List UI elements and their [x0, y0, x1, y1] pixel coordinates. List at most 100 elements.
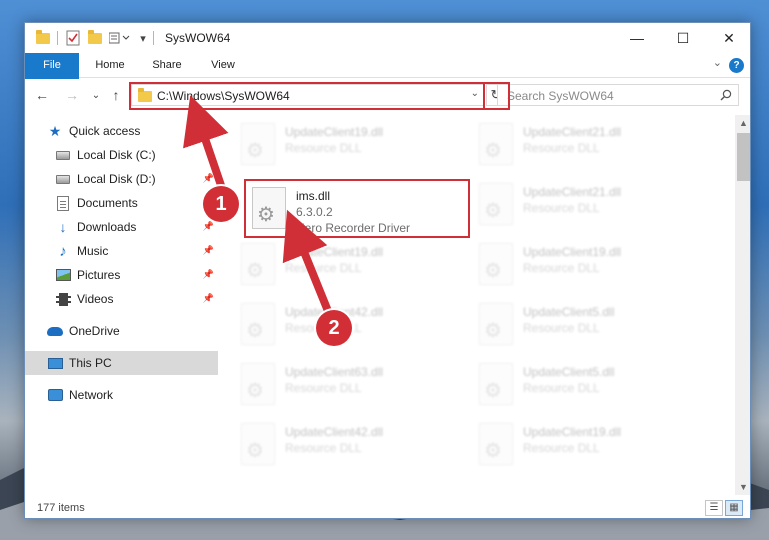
- file-item[interactable]: ⚙ UpdateClient63.dll Resource DLL: [235, 359, 465, 409]
- sidebar-item-pictures[interactable]: Pictures 📌: [25, 263, 218, 287]
- file-type: Resource DLL: [285, 261, 362, 275]
- file-item[interactable]: ⚙ UpdateClient42.dll Resource DLL: [235, 419, 465, 469]
- explorer-window: ▾ SysWOW64 — ☐ ✕ File Home Share View ⌄ …: [24, 22, 751, 519]
- file-item[interactable]: ⚙ UpdateClient5.dll Resource DLL: [473, 359, 703, 409]
- tab-view[interactable]: View: [201, 53, 245, 78]
- minimize-button[interactable]: —: [614, 23, 660, 53]
- dll-file-icon: ⚙: [252, 187, 286, 229]
- videos-icon: [55, 291, 71, 307]
- dll-file-icon: ⚙: [479, 423, 513, 465]
- file-type: Resource DLL: [285, 441, 362, 455]
- scroll-up-icon[interactable]: ▲: [735, 115, 750, 131]
- sidebar-item-documents[interactable]: Documents 📌: [25, 191, 218, 215]
- search-icon[interactable]: [720, 89, 732, 101]
- dll-file-icon: ⚙: [241, 363, 275, 405]
- file-list: ⚙ UpdateClient19.dll Resource DLL ⚙ Upda…: [235, 115, 735, 495]
- expand-ribbon-icon[interactable]: ⌄: [713, 56, 722, 69]
- file-item[interactable]: ⚙ UpdateClient19.dll Resource DLL: [473, 239, 703, 289]
- music-icon: ♪: [59, 242, 67, 260]
- sidebar-item-label: Videos: [77, 292, 114, 306]
- up-button[interactable]: ↑: [107, 85, 125, 105]
- large-icons-view-button[interactable]: ▦: [725, 500, 743, 516]
- sidebar-item-videos[interactable]: Videos 📌: [25, 287, 218, 311]
- file-type: Resource DLL: [523, 321, 600, 335]
- window-title: SysWOW64: [165, 31, 231, 45]
- dll-file-icon: ⚙: [241, 123, 275, 165]
- sidebar-item-quick-access[interactable]: ★ Quick access: [25, 119, 218, 143]
- file-type: Resource DLL: [523, 141, 600, 155]
- pictures-icon: [55, 267, 71, 283]
- dll-file-icon: ⚙: [479, 303, 513, 345]
- file-name: UpdateClient19.dll: [523, 245, 622, 259]
- pin-icon[interactable]: 📌: [203, 173, 214, 184]
- scroll-thumb[interactable]: [737, 133, 750, 181]
- forward-button[interactable]: →: [63, 85, 81, 105]
- item-count: 177 items: [37, 502, 85, 514]
- title-bar: ▾ SysWOW64 — ☐ ✕: [25, 23, 750, 53]
- search-input[interactable]: Search SysWOW64: [497, 84, 739, 106]
- sidebar-item-this-pc[interactable]: This PC: [25, 351, 218, 375]
- back-button[interactable]: ←: [33, 85, 51, 105]
- file-type: Resource DLL: [523, 201, 600, 215]
- close-button[interactable]: ✕: [706, 23, 750, 53]
- quick-access-dropdown-icon[interactable]: ▾: [137, 30, 149, 46]
- tab-home[interactable]: Home: [87, 53, 133, 78]
- new-folder-icon[interactable]: [87, 29, 103, 46]
- file-name: UpdateClient21.dll: [523, 125, 622, 139]
- search-placeholder: Search SysWOW64: [507, 89, 614, 103]
- sidebar-item-label: Downloads: [77, 220, 137, 234]
- pin-icon[interactable]: 📌: [203, 269, 214, 280]
- customize-toolbar-icon[interactable]: [109, 30, 131, 46]
- scroll-down-icon[interactable]: ▼: [735, 479, 750, 495]
- file-name: UpdateClient42.dll: [285, 425, 384, 439]
- dll-file-icon: ⚙: [479, 183, 513, 225]
- ribbon-tabs: File Home Share View ⌄ ?: [25, 53, 750, 103]
- sidebar-item-label: OneDrive: [69, 324, 120, 338]
- network-icon: [47, 387, 63, 403]
- step-2-badge: 2: [316, 310, 352, 346]
- file-item-ims-dll[interactable]: ⚙ ims.dll 6.3.0.2 Nero Recorder Driver: [246, 183, 476, 235]
- sidebar-item-label: Local Disk (D:): [77, 172, 156, 186]
- sidebar-item-network[interactable]: Network: [25, 383, 218, 407]
- pin-icon[interactable]: 📌: [203, 293, 214, 304]
- file-version: 6.3.0.2: [296, 205, 333, 219]
- file-type: Resource DLL: [523, 261, 600, 275]
- file-item[interactable]: ⚙ UpdateClient19.dll Resource DLL: [473, 419, 703, 469]
- ims-dll-highlight: ⚙ ims.dll 6.3.0.2 Nero Recorder Driver: [244, 179, 470, 238]
- tab-share[interactable]: Share: [143, 53, 191, 78]
- file-name: UpdateClient19.dll: [285, 245, 384, 259]
- sidebar-item-downloads[interactable]: ↓ Downloads 📌: [25, 215, 218, 239]
- sidebar-item-onedrive[interactable]: OneDrive: [25, 319, 218, 343]
- vertical-scrollbar[interactable]: ▲ ▼: [735, 115, 750, 495]
- pin-icon[interactable]: 📌: [203, 221, 214, 232]
- file-item[interactable]: ⚙ UpdateClient19.dll Resource DLL: [235, 239, 465, 289]
- file-item[interactable]: ⚙ UpdateClient19.dll Resource DLL: [235, 119, 465, 169]
- dll-file-icon: ⚙: [241, 423, 275, 465]
- dll-file-icon: ⚙: [479, 363, 513, 405]
- file-name: UpdateClient63.dll: [285, 365, 384, 379]
- sidebar-item-label: Network: [69, 388, 114, 402]
- file-name: UpdateClient19.dll: [285, 125, 384, 139]
- sidebar-item-music[interactable]: ♪ Music 📌: [25, 239, 218, 263]
- recent-locations-button[interactable]: ⌄: [87, 85, 105, 105]
- onedrive-icon: [47, 323, 63, 339]
- file-type: Resource DLL: [285, 141, 362, 155]
- sidebar-item-label: This PC: [69, 356, 112, 370]
- maximize-button[interactable]: ☐: [660, 23, 706, 53]
- sidebar-item-label: Quick access: [69, 124, 141, 138]
- file-item[interactable]: ⚙ UpdateClient21.dll Resource DLL: [473, 179, 703, 229]
- sidebar-item-local-disk-c[interactable]: Local Disk (C:): [25, 143, 218, 167]
- properties-icon[interactable]: [65, 30, 81, 46]
- star-icon: ★: [48, 122, 62, 139]
- file-type: Resource DLL: [523, 381, 600, 395]
- sidebar-item-local-disk-d[interactable]: Local Disk (D:) 📌: [25, 167, 218, 191]
- divider: [153, 31, 154, 45]
- file-type: Resource DLL: [523, 441, 600, 455]
- pin-icon[interactable]: 📌: [203, 245, 214, 256]
- file-item[interactable]: ⚙ UpdateClient5.dll Resource DLL: [473, 299, 703, 349]
- details-view-button[interactable]: ☰: [705, 500, 723, 516]
- file-item[interactable]: ⚙ UpdateClient21.dll Resource DLL: [473, 119, 703, 169]
- drive-icon: [55, 147, 71, 163]
- navigation-pane: ★ Quick access Local Disk (C:) Local Dis…: [25, 115, 218, 495]
- help-icon[interactable]: ?: [729, 58, 744, 73]
